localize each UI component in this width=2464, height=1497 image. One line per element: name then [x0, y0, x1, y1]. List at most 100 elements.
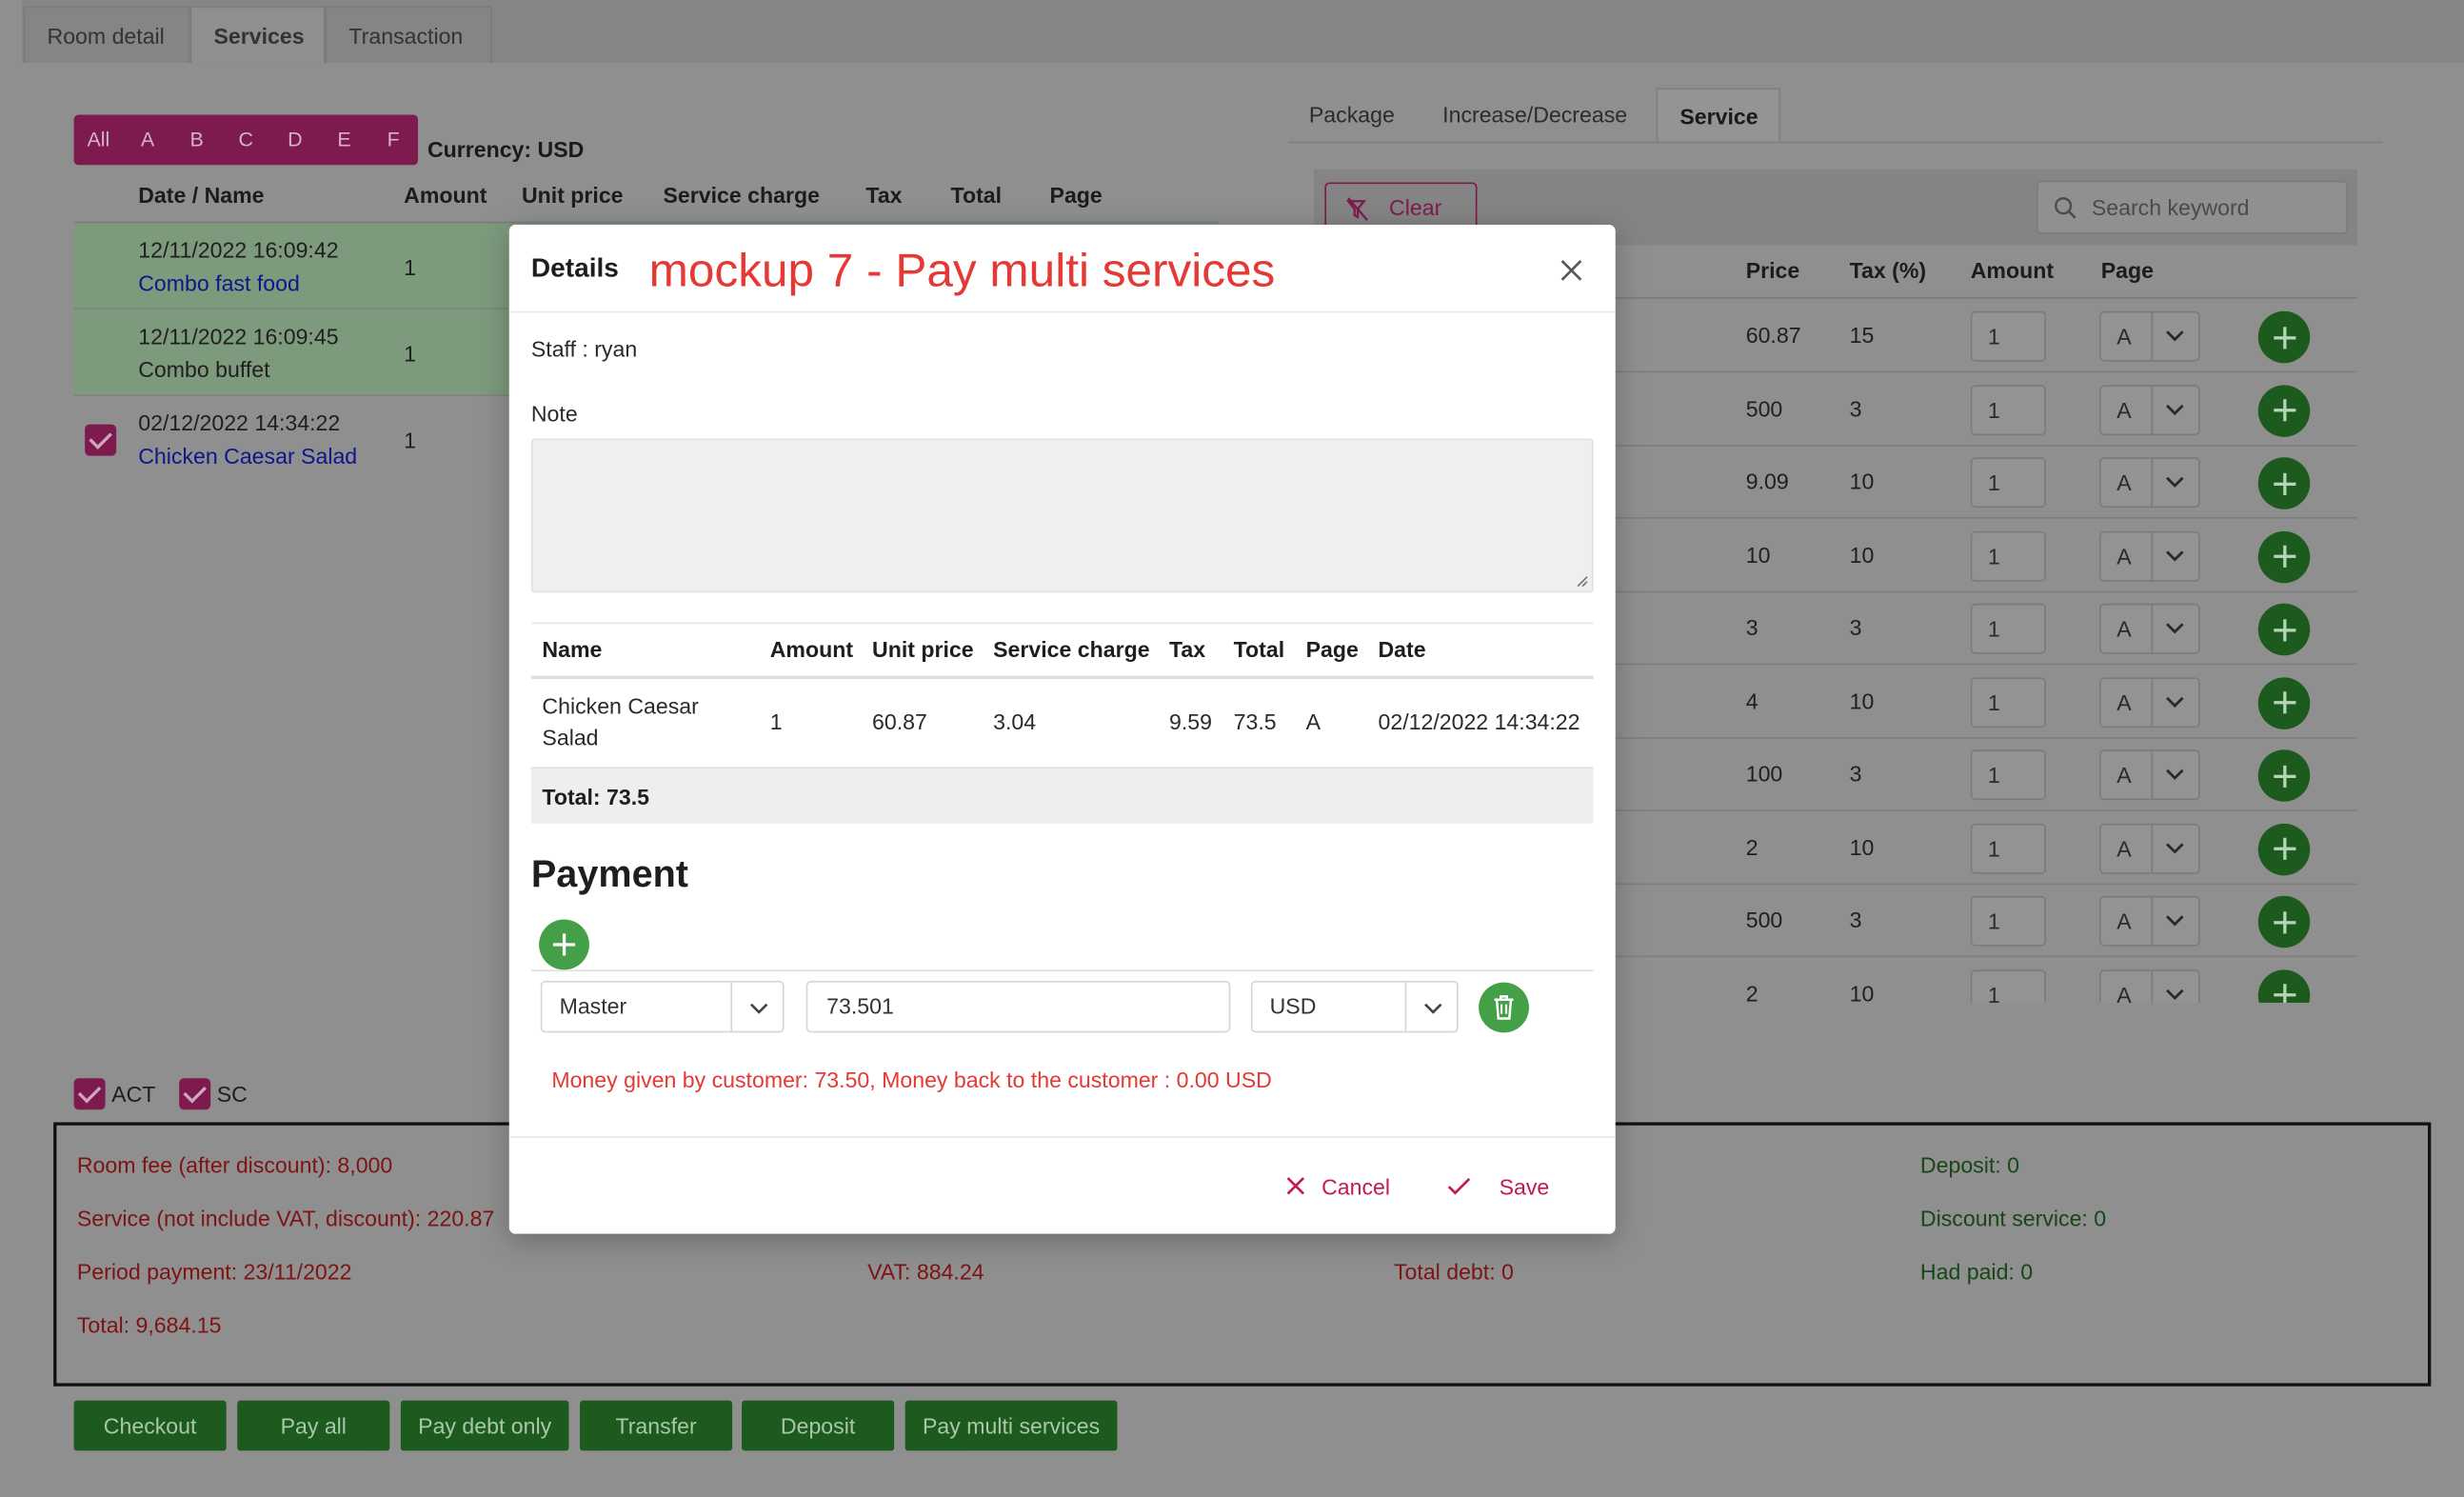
filter-d[interactable]: D — [270, 114, 320, 165]
transfer-button[interactable]: Transfer — [580, 1400, 733, 1451]
save-label: Save — [1499, 1173, 1550, 1200]
col-amount: Amount — [1970, 257, 2055, 284]
service-page-select[interactable]: A — [2099, 749, 2200, 801]
filter-f[interactable]: F — [368, 114, 418, 165]
select-divider — [2151, 458, 2154, 507]
payment-method-select[interactable]: Master — [540, 980, 785, 1033]
service-amount-input[interactable]: 1 — [1970, 749, 2046, 801]
chevron-down-icon — [750, 1003, 768, 1014]
add-payment-button[interactable] — [539, 919, 589, 970]
filter-a[interactable]: A — [123, 114, 172, 165]
chevron-down-icon — [2166, 842, 2184, 853]
save-button[interactable]: Save — [1447, 1174, 1549, 1199]
row-name-link[interactable]: Combo fast food — [138, 270, 300, 295]
add-service-button[interactable] — [2257, 968, 2311, 1003]
pay-debt-only-button[interactable]: Pay debt only — [400, 1400, 569, 1451]
add-service-button[interactable] — [2257, 749, 2311, 802]
service-page-select[interactable]: A — [2099, 968, 2200, 1003]
page-value: A — [2116, 689, 2132, 715]
service-amount-input[interactable]: 1 — [1970, 676, 2046, 728]
search-icon — [2055, 197, 2077, 219]
room-fee: Room fee (after discount): 8,000 — [76, 1151, 393, 1178]
deposit-button[interactable]: Deposit — [742, 1400, 895, 1451]
payment-amount-input[interactable]: 73.501 — [805, 980, 1231, 1033]
plus-icon — [552, 933, 576, 956]
col-amount: Amount — [404, 182, 487, 208]
row-checkbox[interactable] — [85, 424, 117, 456]
resize-grip-icon[interactable] — [1573, 572, 1589, 589]
td-name-line1: Chicken Caesar — [542, 692, 699, 719]
note-textarea[interactable] — [530, 438, 1594, 593]
payment-amount-value: 73.501 — [826, 993, 894, 1019]
search-input[interactable]: Search keyword — [2037, 180, 2348, 234]
service-price: 60.87 — [1745, 322, 1801, 348]
currency-label: Currency: USD — [427, 136, 585, 163]
service-page-select[interactable]: A — [2099, 895, 2200, 947]
add-service-button[interactable] — [2257, 676, 2311, 729]
pay-all-button[interactable]: Pay all — [237, 1400, 390, 1451]
service-amount-input[interactable]: 1 — [1970, 457, 2046, 509]
tab-services[interactable]: Services — [189, 6, 326, 64]
add-service-button[interactable] — [2257, 384, 2311, 437]
service-amount-input[interactable]: 1 — [1970, 823, 2046, 873]
service-amount-input[interactable]: 1 — [1970, 310, 2046, 362]
close-icon[interactable] — [1556, 254, 1587, 286]
add-service-button[interactable] — [2257, 895, 2311, 948]
service-tax: 10 — [1849, 541, 1875, 568]
payment-currency-select[interactable]: USD — [1250, 980, 1459, 1033]
service-page-select[interactable]: A — [2099, 530, 2200, 581]
cancel-button[interactable]: Cancel — [1285, 1174, 1390, 1199]
chevron-down-icon — [2166, 330, 2184, 342]
plus-icon — [2273, 471, 2295, 495]
col-page: Page — [1049, 182, 1103, 208]
delete-payment-button[interactable] — [1479, 982, 1529, 1033]
tab-increase-decrease[interactable]: Increase/Decrease — [1421, 88, 1649, 141]
filter-b[interactable]: B — [172, 114, 222, 165]
table-total-row: Total: 73.5 — [530, 767, 1594, 824]
add-service-button[interactable] — [2257, 530, 2311, 583]
add-service-button[interactable] — [2257, 603, 2311, 656]
tab-transaction[interactable]: Transaction — [325, 6, 492, 64]
table-total: Total: 73.5 — [542, 784, 649, 810]
service-page-select[interactable]: A — [2099, 823, 2200, 873]
service-page-select[interactable]: A — [2099, 384, 2200, 435]
service-page-select[interactable]: A — [2099, 676, 2200, 728]
plus-icon — [2273, 764, 2295, 788]
filter-c[interactable]: C — [221, 114, 270, 165]
pay-multi-services-button[interactable]: Pay multi services — [904, 1400, 1118, 1451]
td-total: 73.5 — [1233, 709, 1277, 734]
checkout-button[interactable]: Checkout — [73, 1400, 227, 1451]
row-amount: 1 — [404, 427, 417, 453]
service-price: 3 — [1745, 614, 1759, 640]
add-service-button[interactable] — [2257, 457, 2311, 509]
service-amount-input[interactable]: 1 — [1970, 968, 2046, 1003]
chevron-down-icon — [2166, 623, 2184, 634]
service-total: Service (not include VAT, discount): 220… — [76, 1205, 495, 1231]
page-value: A — [2116, 396, 2132, 423]
row-date: 02/12/2022 14:34:22 — [138, 409, 341, 436]
service-page-select[interactable]: A — [2099, 457, 2200, 509]
tab-package[interactable]: Package — [1287, 88, 1417, 141]
modal-title: Details — [530, 252, 619, 284]
act-checkbox[interactable] — [73, 1078, 106, 1110]
plus-icon — [2273, 984, 2295, 1003]
filter-all[interactable]: All — [74, 114, 124, 165]
service-amount-input[interactable]: 1 — [1970, 895, 2046, 947]
col-total: Total — [950, 182, 1003, 208]
row-name-link[interactable]: Chicken Caesar Salad — [138, 443, 357, 468]
add-service-button[interactable] — [2257, 310, 2311, 364]
service-amount-input[interactable]: 1 — [1970, 384, 2046, 435]
tab-room-detail[interactable]: Room detail — [23, 6, 190, 64]
filter-e[interactable]: E — [320, 114, 369, 165]
service-amount-input[interactable]: 1 — [1970, 603, 2046, 654]
service-page-select[interactable]: A — [2099, 603, 2200, 654]
col-tax: Tax — [865, 182, 903, 208]
td-amount: 1 — [769, 709, 783, 734]
service-amount-input[interactable]: 1 — [1970, 530, 2046, 581]
service-page-select[interactable]: A — [2099, 310, 2200, 362]
sc-checkbox[interactable] — [179, 1078, 211, 1110]
tab-service[interactable]: Service — [1656, 88, 1781, 142]
add-service-button[interactable] — [2257, 823, 2311, 875]
service-tax: 3 — [1849, 907, 1862, 932]
service-price: 4 — [1745, 688, 1759, 713]
